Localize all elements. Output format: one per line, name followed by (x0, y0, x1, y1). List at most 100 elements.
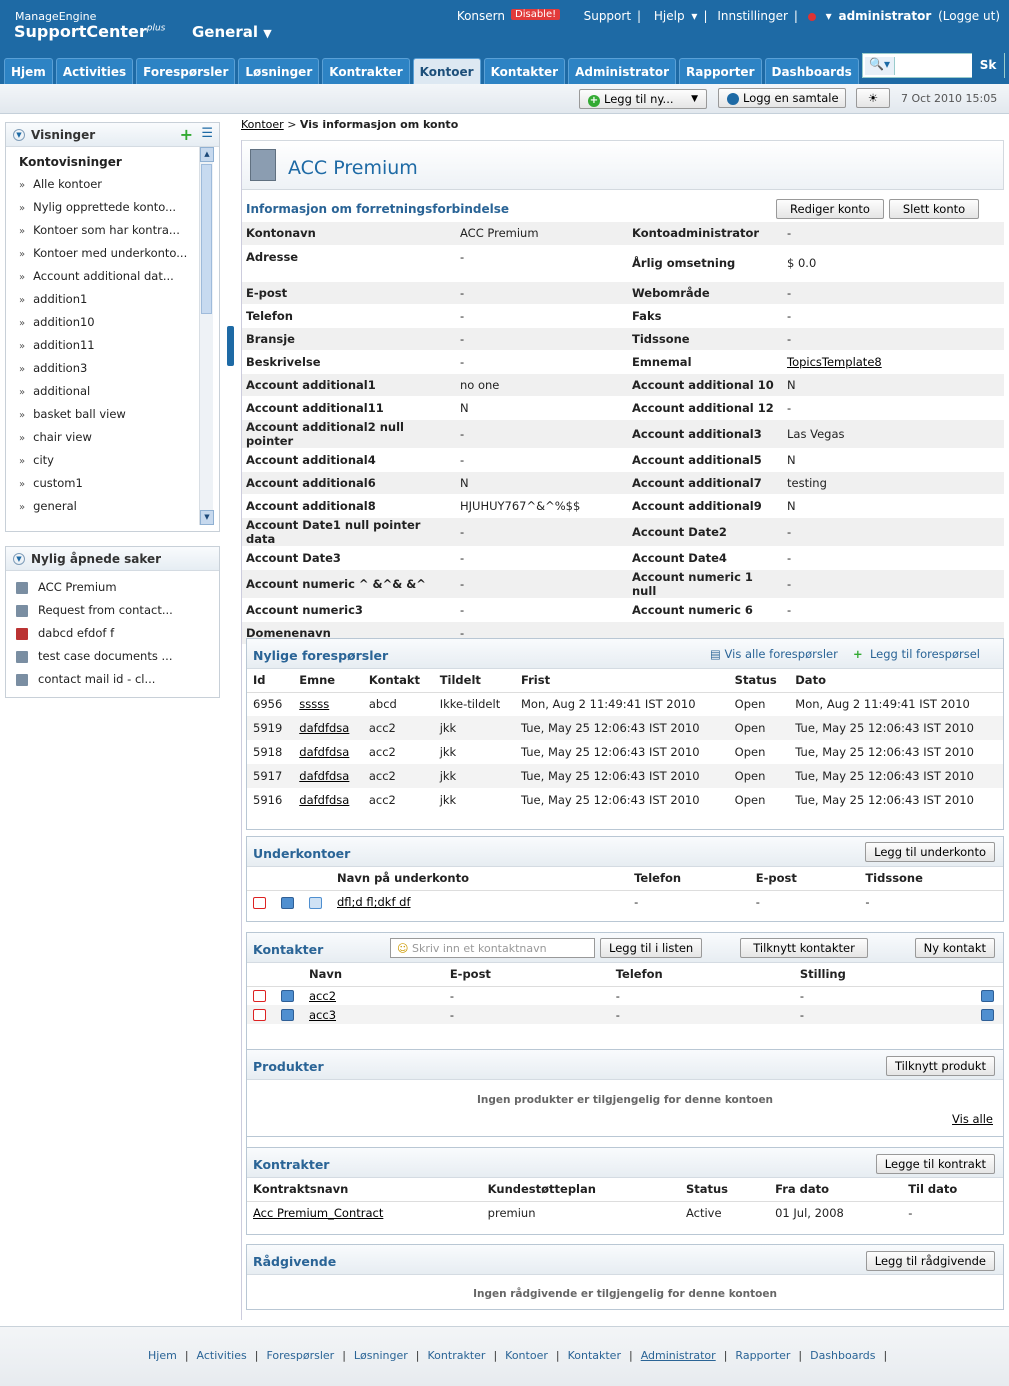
view-all-products-link[interactable]: Vis alle (952, 1112, 993, 1126)
konsern-link[interactable]: Konsern (457, 9, 505, 23)
view-item[interactable]: » custom1 (6, 472, 219, 495)
recent-item[interactable]: Request from contact... (6, 599, 219, 622)
assign-contacts-button[interactable]: Tilknytt kontakter (740, 938, 868, 958)
table-row[interactable]: 5917 dafdfdsa acc2 jkk Tue, May 25 12:06:43 … (247, 764, 1003, 788)
footer-link[interactable]: Kontakter (568, 1349, 621, 1362)
add-to-list-button[interactable]: Legg til i listen (600, 938, 703, 958)
scroll-down-icon[interactable]: ▼ (200, 510, 214, 525)
footer-link[interactable]: Rapporter (735, 1349, 790, 1362)
footer-link[interactable]: Dashboards (810, 1349, 875, 1362)
table-cell[interactable]: dafdfdsa (293, 740, 363, 764)
view-item[interactable]: » general (6, 495, 219, 518)
reminder-button[interactable]: ☀ (856, 88, 890, 108)
log-chat-button[interactable]: Logg en samtale (718, 88, 846, 108)
tab-1[interactable]: Activities (55, 58, 134, 84)
add-contract-button[interactable]: Legge til kontrakt (875, 1154, 995, 1174)
footer-link[interactable]: Kontrakter (428, 1349, 486, 1362)
view-item[interactable]: » addition3 (6, 357, 219, 380)
edit-icon[interactable] (281, 1009, 294, 1021)
footer-link[interactable]: Forespørsler (266, 1349, 334, 1362)
scroll-thumb[interactable] (201, 164, 212, 314)
delete-icon[interactable] (253, 1009, 266, 1021)
tab-7[interactable]: Administrator (568, 58, 677, 84)
table-cell[interactable]: dafdfdsa (293, 788, 363, 812)
views-scrollbar[interactable]: ▲ ▼ (199, 147, 214, 525)
footer-link[interactable]: Hjem (148, 1349, 177, 1362)
view-item[interactable]: » Nylig opprettede konto... (6, 196, 219, 219)
recent-item[interactable]: dabcd efdof f (6, 622, 219, 645)
search-box[interactable]: 🔍▾ Sk (862, 53, 1005, 78)
help-menu[interactable]: Hjelp ▾ (651, 9, 698, 23)
edit-icon[interactable] (281, 896, 294, 909)
delete-account-button[interactable]: Slett konto (889, 199, 979, 219)
recent-item[interactable]: test case documents ... (6, 645, 219, 668)
list-icon[interactable]: ☰ (201, 126, 213, 141)
scroll-up-icon[interactable]: ▲ (200, 147, 214, 162)
view-item[interactable]: » city (6, 449, 219, 472)
view-item[interactable]: » basket ball view (6, 403, 219, 426)
settings-link[interactable]: Innstillinger (717, 9, 788, 23)
add-request-link[interactable]: + Legg til forespørsel (853, 647, 980, 661)
breadcrumb-link[interactable]: Kontoer (241, 118, 284, 131)
new-contact-button[interactable]: Ny kontakt (914, 938, 995, 958)
search-button[interactable]: Sk (972, 53, 1004, 78)
tab-6[interactable]: Kontakter (483, 58, 566, 84)
add-view-icon[interactable]: + (180, 125, 193, 144)
footer-link[interactable]: Administrator (641, 1349, 716, 1362)
logout-link[interactable]: (Logge ut) (938, 9, 1000, 23)
table-cell[interactable]: acc2 (303, 986, 444, 1005)
footer-link[interactable]: Kontoer (505, 1349, 548, 1362)
view-item[interactable]: » additional (6, 380, 219, 403)
view-item[interactable]: » Account additional dat... (6, 265, 219, 288)
open-icon[interactable] (309, 896, 322, 909)
edit-account-button[interactable]: Rediger konto (776, 199, 884, 219)
table-row[interactable]: 5916 dafdfdsa acc2 jkk Tue, May 25 12:06:43 … (247, 788, 1003, 812)
tab-9[interactable]: Dashboards (764, 58, 859, 84)
field-value[interactable]: TopicsTemplate8 (783, 350, 1004, 374)
recent-item[interactable]: contact mail id - cl... (6, 668, 219, 691)
view-item[interactable]: » Kontoer med underkonto... (6, 242, 219, 265)
logo-product[interactable]: SupportCenterplus (14, 22, 165, 41)
view-item[interactable]: » Alle kontoer (6, 173, 219, 196)
search-icon[interactable]: 🔍▾ (865, 57, 895, 75)
collapse-icon[interactable]: ▼ (13, 129, 25, 141)
footer-link[interactable]: Activities (197, 1349, 247, 1362)
tab-5[interactable]: Kontoer (412, 58, 481, 84)
tab-0[interactable]: Hjem (4, 58, 53, 84)
collapse-icon[interactable]: ▼ (13, 553, 25, 565)
add-subaccount-button[interactable]: Legg til underkonto (865, 842, 995, 862)
table-cell[interactable]: dafdfdsa (293, 716, 363, 740)
support-link[interactable]: Support (584, 9, 631, 23)
contact-name-input[interactable]: ☺ Skriv inn et kontaktnavn (390, 938, 595, 958)
table-cell[interactable]: acc3 (303, 1005, 444, 1024)
add-advisor-button[interactable]: Legg til rådgivende (865, 1251, 995, 1271)
view-item[interactable]: » addition1 (6, 288, 219, 311)
edit-icon[interactable] (281, 990, 294, 1003)
view-item[interactable]: » chair view (6, 426, 219, 449)
user-name[interactable]: administrator (838, 9, 931, 23)
view-all-requests-link[interactable]: ▤ Vis alle forespørsler (710, 647, 838, 661)
edit-icon[interactable] (981, 990, 994, 1003)
view-item[interactable]: » addition10 (6, 311, 219, 334)
disable-badge[interactable]: Disable! (511, 9, 561, 20)
recent-item[interactable]: ACC Premium (6, 576, 219, 599)
tab-8[interactable]: Rapporter (679, 58, 762, 84)
tab-4[interactable]: Kontrakter (322, 58, 410, 84)
tab-2[interactable]: Forespørsler (136, 58, 236, 84)
user-menu-chevron-icon[interactable]: ▾ (826, 9, 832, 23)
assign-product-button[interactable]: Tilknytt produkt (885, 1056, 995, 1076)
tab-3[interactable]: Løsninger (238, 58, 320, 84)
table-row[interactable]: 6956 sssss abcd Ikke-tildelt Mon, Aug 2 11:4… (247, 692, 1003, 716)
view-item[interactable]: » Kontoer som har kontra... (6, 219, 219, 242)
table-cell[interactable]: Acc Premium_Contract (247, 1201, 482, 1225)
edit-icon[interactable] (981, 1009, 994, 1021)
sidebar-collapse-handle[interactable] (227, 326, 234, 366)
table-cell[interactable]: dafdfdsa (293, 764, 363, 788)
table-row[interactable]: 5918 dafdfdsa acc2 jkk Tue, May 25 12:06:43 … (247, 740, 1003, 764)
footer-link[interactable]: Løsninger (354, 1349, 408, 1362)
table-cell[interactable]: sssss (293, 692, 363, 716)
delete-icon[interactable] (253, 990, 266, 1003)
delete-icon[interactable] (253, 896, 266, 909)
portal-selector[interactable]: General ▼ (192, 23, 272, 41)
add-new-button[interactable]: + Legg til ny... ▼ (579, 89, 707, 109)
